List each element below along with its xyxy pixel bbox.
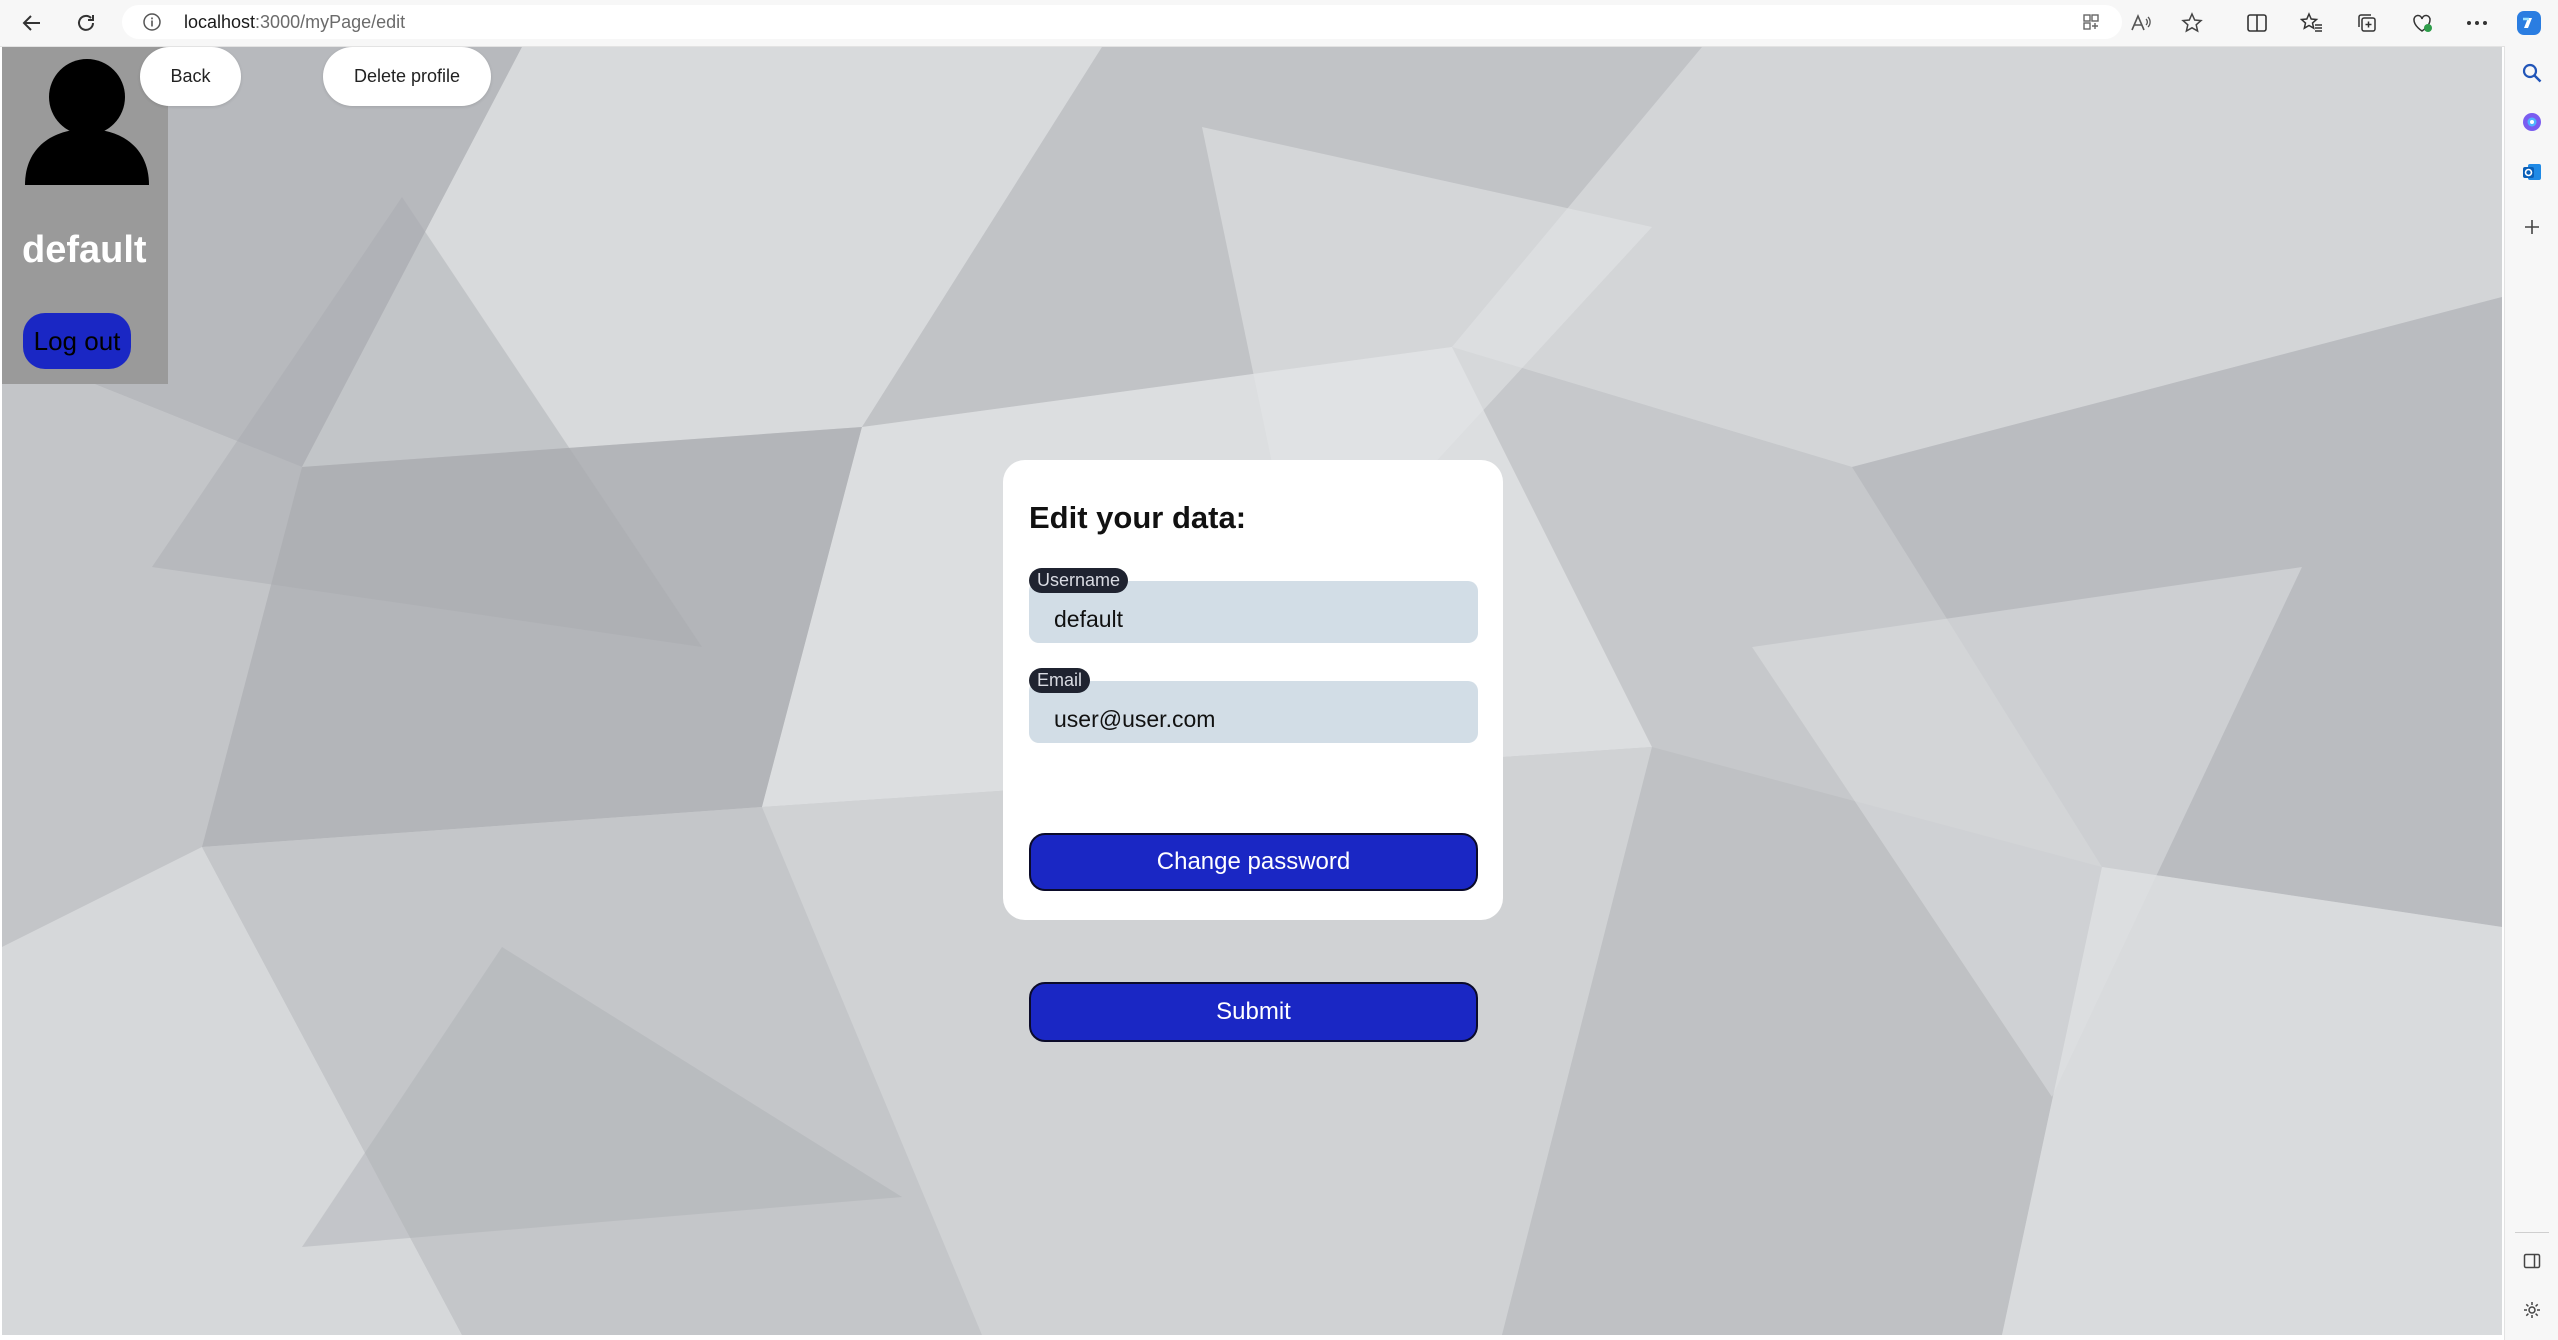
copilot-icon[interactable] bbox=[2514, 8, 2544, 38]
browser-toolbar: localhost:3000/myPage/edit bbox=[0, 0, 2558, 47]
favorite-star-icon[interactable] bbox=[2177, 8, 2207, 38]
email-field[interactable] bbox=[1029, 681, 1478, 743]
collections-icon[interactable] bbox=[2352, 8, 2382, 38]
info-icon[interactable] bbox=[142, 12, 162, 32]
edit-form-title: Edit your data: bbox=[1029, 500, 1247, 535]
delete-profile-button[interactable]: Delete profile bbox=[323, 47, 491, 106]
add-icon[interactable] bbox=[2517, 212, 2547, 242]
url-host: localhost bbox=[184, 12, 256, 32]
username-label: Username bbox=[1029, 568, 1129, 593]
side-panel-divider bbox=[2515, 1232, 2549, 1233]
user-profile-card: default Log out bbox=[2, 47, 168, 384]
submit-button[interactable]: Submit bbox=[1029, 982, 1478, 1042]
settings-gear-icon[interactable] bbox=[2517, 1295, 2547, 1325]
change-password-button[interactable]: Change password bbox=[1029, 833, 1478, 891]
back-button[interactable]: Back bbox=[140, 47, 241, 106]
hide-sidebar-icon[interactable] bbox=[2517, 1246, 2547, 1276]
edit-profile-card: Edit your data: Username Email Change pa… bbox=[1003, 460, 1503, 920]
split-screen-icon[interactable] bbox=[2242, 8, 2272, 38]
more-options-icon[interactable] bbox=[2462, 8, 2492, 38]
shopping-icon[interactable] bbox=[2517, 107, 2547, 137]
back-arrow-icon[interactable] bbox=[16, 7, 48, 39]
browser-side-panel bbox=[2504, 46, 2558, 1340]
search-icon[interactable] bbox=[2517, 58, 2547, 88]
username-display: default bbox=[22, 229, 147, 271]
url-text[interactable]: localhost:3000/myPage/edit bbox=[184, 12, 405, 32]
page-viewport: default Log out Back Delete profile Edit… bbox=[2, 47, 2502, 1335]
read-aloud-icon[interactable] bbox=[2126, 8, 2156, 38]
logout-button[interactable]: Log out bbox=[23, 313, 131, 369]
app-available-icon[interactable] bbox=[2076, 7, 2106, 37]
favorites-icon[interactable] bbox=[2297, 8, 2327, 38]
browser-essentials-icon[interactable] bbox=[2407, 8, 2437, 38]
email-input[interactable] bbox=[1029, 681, 1478, 743]
person-silhouette-icon bbox=[25, 59, 149, 185]
refresh-icon[interactable] bbox=[70, 7, 102, 39]
url-path: :3000/myPage/edit bbox=[255, 12, 406, 32]
outlook-icon[interactable] bbox=[2517, 157, 2547, 187]
address-bar[interactable]: localhost:3000/myPage/edit bbox=[122, 5, 2122, 39]
email-label: Email bbox=[1029, 668, 1091, 693]
